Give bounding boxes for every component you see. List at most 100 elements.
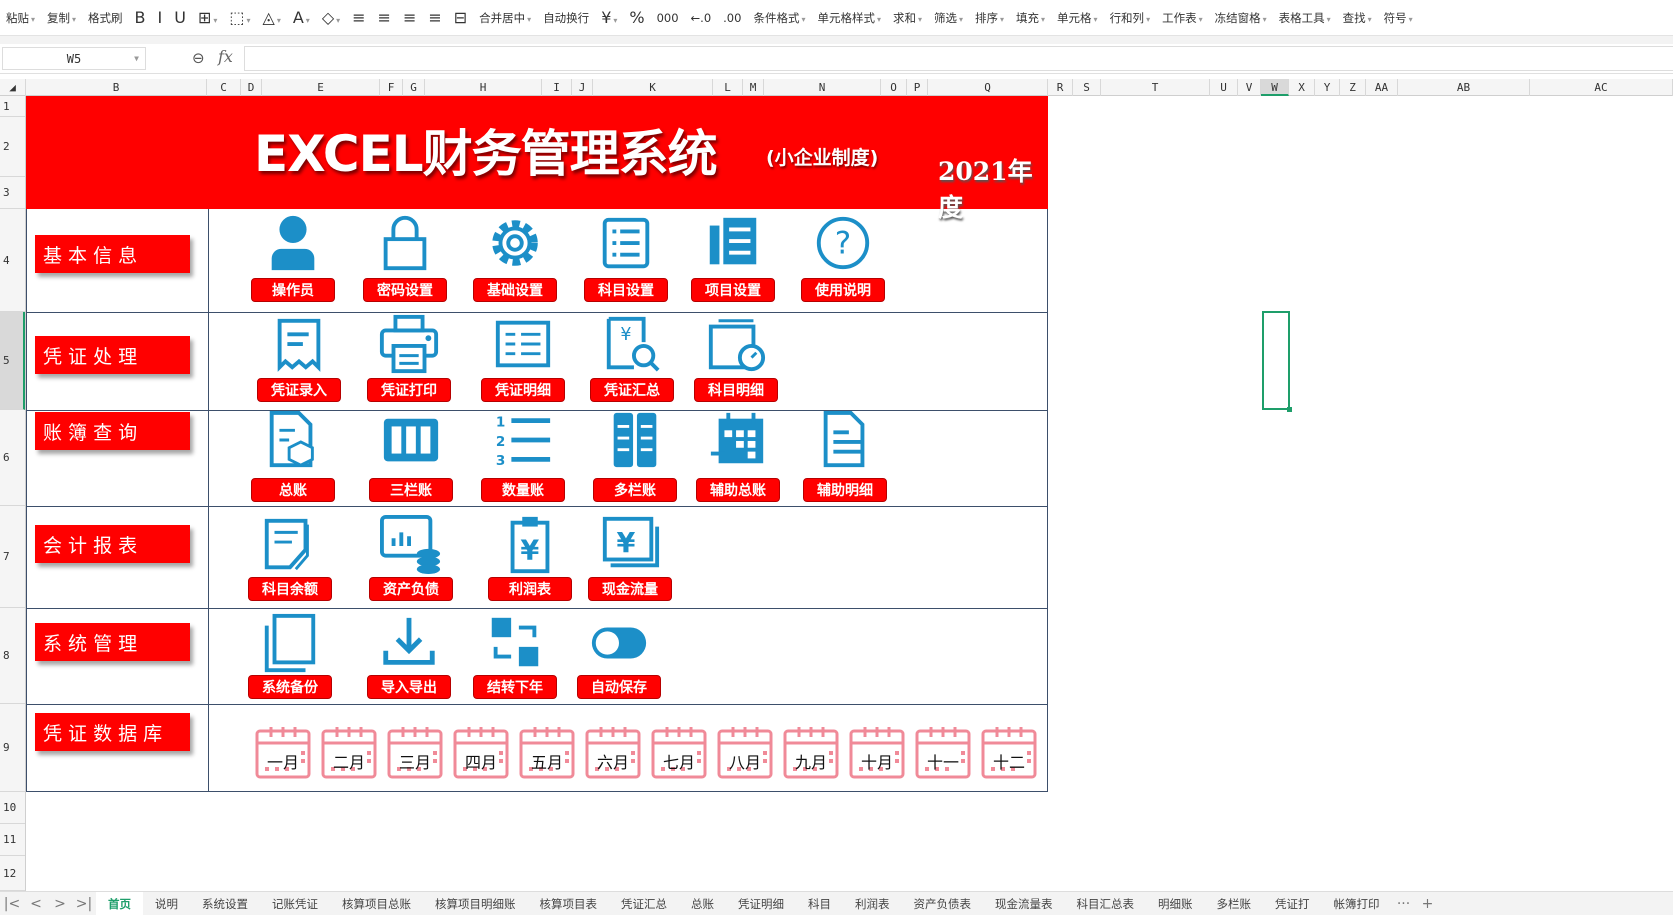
menu-button[interactable]: 科目明细 — [694, 378, 778, 402]
menu-button[interactable]: 辅助总账 — [696, 478, 780, 502]
selected-cell[interactable] — [1262, 311, 1290, 410]
toolbar-button[interactable]: 单元格样式▾ — [811, 10, 887, 26]
column-header-b[interactable]: B — [26, 79, 207, 96]
section-button-5[interactable]: 系 统 管 理 — [35, 623, 190, 661]
toolbar-button[interactable]: 复制▾ — [41, 10, 82, 26]
menu-button[interactable]: 导入导出 — [367, 675, 451, 699]
month-calendar-button[interactable]: 一月 — [255, 725, 311, 779]
copy-pages-icon[interactable] — [255, 611, 325, 675]
month-calendar-button[interactable]: 七月 — [651, 725, 707, 779]
toolbar-button[interactable]: U — [168, 8, 192, 27]
menu-button[interactable]: 总账 — [251, 478, 335, 502]
sheet-tab[interactable]: 科目 — [796, 892, 843, 916]
toolbar-button[interactable]: A▾ — [287, 8, 316, 27]
toolbar-button[interactable]: ◇▾ — [316, 8, 346, 27]
month-calendar-button[interactable]: 六月 — [585, 725, 641, 779]
sheet-tab[interactable]: 凭证明细 — [726, 892, 796, 916]
menu-button[interactable]: 系统备份 — [248, 675, 332, 699]
row-header-12[interactable]: 12 — [0, 856, 25, 891]
column-header-w[interactable]: W — [1261, 79, 1289, 96]
menu-button[interactable]: 资产负债 — [369, 577, 453, 601]
tab-nav-button[interactable]: < — [24, 896, 48, 912]
row-header-1[interactable]: 1 — [0, 96, 25, 117]
column-header-v[interactable]: V — [1238, 79, 1261, 96]
toolbar-button[interactable]: ←.0 — [685, 11, 718, 25]
column-header-z[interactable]: Z — [1340, 79, 1366, 96]
folder-clock-icon[interactable] — [701, 312, 771, 376]
column-header-o[interactable]: O — [881, 79, 907, 96]
more-tabs-button[interactable]: ··· — [1392, 896, 1416, 912]
sheet-tab[interactable]: 多栏账 — [1205, 892, 1264, 916]
sheet-tab[interactable]: 资产负债表 — [902, 892, 984, 916]
sheet-tab[interactable]: 利润表 — [843, 892, 902, 916]
column-header-u[interactable]: U — [1210, 79, 1238, 96]
zoom-icon[interactable]: ⊖ — [192, 49, 205, 67]
document-list-icon[interactable] — [698, 211, 768, 275]
printer-icon[interactable] — [374, 312, 444, 376]
row-header-11[interactable]: 11 — [0, 824, 25, 856]
add-sheet-button[interactable]: + — [1416, 896, 1440, 912]
month-calendar-button[interactable]: 十二 — [981, 725, 1037, 779]
sheet-tab[interactable]: 现金流量表 — [983, 892, 1065, 916]
menu-button[interactable]: 使用说明 — [801, 278, 885, 302]
toolbar-button[interactable]: 条件格式▾ — [747, 10, 811, 26]
toolbar-button[interactable]: .00 — [717, 11, 747, 25]
section-button-3[interactable]: 账 簿 查 询 — [35, 412, 190, 450]
download-icon[interactable] — [374, 611, 444, 675]
toolbar-button[interactable]: 自动换行 — [537, 10, 595, 26]
column-header-t[interactable]: T — [1101, 79, 1210, 96]
help-icon[interactable]: ? — [808, 211, 878, 275]
receipt-icon[interactable] — [264, 312, 334, 376]
menu-button[interactable]: 三栏账 — [369, 478, 453, 502]
yuan-bill-icon[interactable]: ¥ — [595, 512, 665, 576]
row-header-4[interactable]: 4 — [0, 209, 25, 312]
month-calendar-button[interactable]: 五月 — [519, 725, 575, 779]
toolbar-button[interactable]: 填充▾ — [1010, 10, 1051, 26]
formula-input[interactable] — [244, 46, 1673, 71]
column-header-x[interactable]: X — [1289, 79, 1315, 96]
toolbar-button[interactable]: ¥▾ — [595, 8, 623, 27]
column-header-c[interactable]: C — [207, 79, 241, 96]
sync-icon[interactable] — [480, 611, 550, 675]
sheet-tab[interactable]: 凭证汇总 — [609, 892, 679, 916]
column-header-ac[interactable]: AC — [1530, 79, 1673, 96]
section-button-1[interactable]: 基 本 信 息 — [35, 235, 190, 273]
menu-button[interactable]: 结转下年 — [473, 675, 557, 699]
tab-nav-button[interactable]: |< — [0, 896, 24, 912]
section-button-2[interactable]: 凭 证 处 理 — [35, 336, 190, 374]
column-header-e[interactable]: E — [262, 79, 380, 96]
select-all-corner[interactable]: ◢ — [0, 79, 26, 96]
sheet-tab[interactable]: 核算项目总账 — [330, 892, 423, 916]
toolbar-button[interactable]: 查找▾ — [1337, 10, 1378, 26]
fx-icon[interactable]: fx — [218, 47, 233, 66]
toolbar-button[interactable]: 筛选▾ — [928, 10, 969, 26]
yuan-search-icon[interactable]: ¥ — [597, 312, 667, 376]
column-header-d[interactable]: D — [241, 79, 262, 96]
sheet-tab[interactable]: 明细账 — [1146, 892, 1205, 916]
column-header-r[interactable]: R — [1048, 79, 1073, 96]
menu-button[interactable]: 辅助明细 — [803, 478, 887, 502]
column-header-i[interactable]: I — [542, 79, 572, 96]
column-header-ab[interactable]: AB — [1398, 79, 1530, 96]
toolbar-button[interactable]: ◬▾ — [257, 8, 287, 27]
name-box[interactable]: W5▼ — [2, 47, 146, 70]
sheet-tab[interactable]: 核算项目明细账 — [423, 892, 528, 916]
calendar-arrow-icon[interactable] — [703, 408, 773, 472]
toolbar-button[interactable]: ⬚▾ — [223, 8, 256, 27]
month-calendar-button[interactable]: 十月 — [849, 725, 905, 779]
menu-button[interactable]: 多栏账 — [593, 478, 677, 502]
numbered-list-icon[interactable]: 123 — [488, 408, 558, 472]
note-icon[interactable] — [255, 512, 325, 576]
column-header-q[interactable]: Q — [928, 79, 1048, 96]
column-header-k[interactable]: K — [593, 79, 713, 96]
row-header-9[interactable]: 9 — [0, 704, 25, 792]
user-icon[interactable] — [258, 211, 328, 275]
gear-icon[interactable] — [480, 211, 550, 275]
menu-button[interactable]: 数量账 — [481, 478, 565, 502]
column-header-p[interactable]: P — [907, 79, 928, 96]
sheet-tab[interactable]: 总账 — [679, 892, 726, 916]
id-card-icon[interactable] — [488, 312, 558, 376]
toolbar-button[interactable]: 工作表▾ — [1156, 10, 1209, 26]
sheet-tab[interactable]: 凭证打 — [1263, 892, 1322, 916]
row-header-6[interactable]: 6 — [0, 410, 25, 506]
